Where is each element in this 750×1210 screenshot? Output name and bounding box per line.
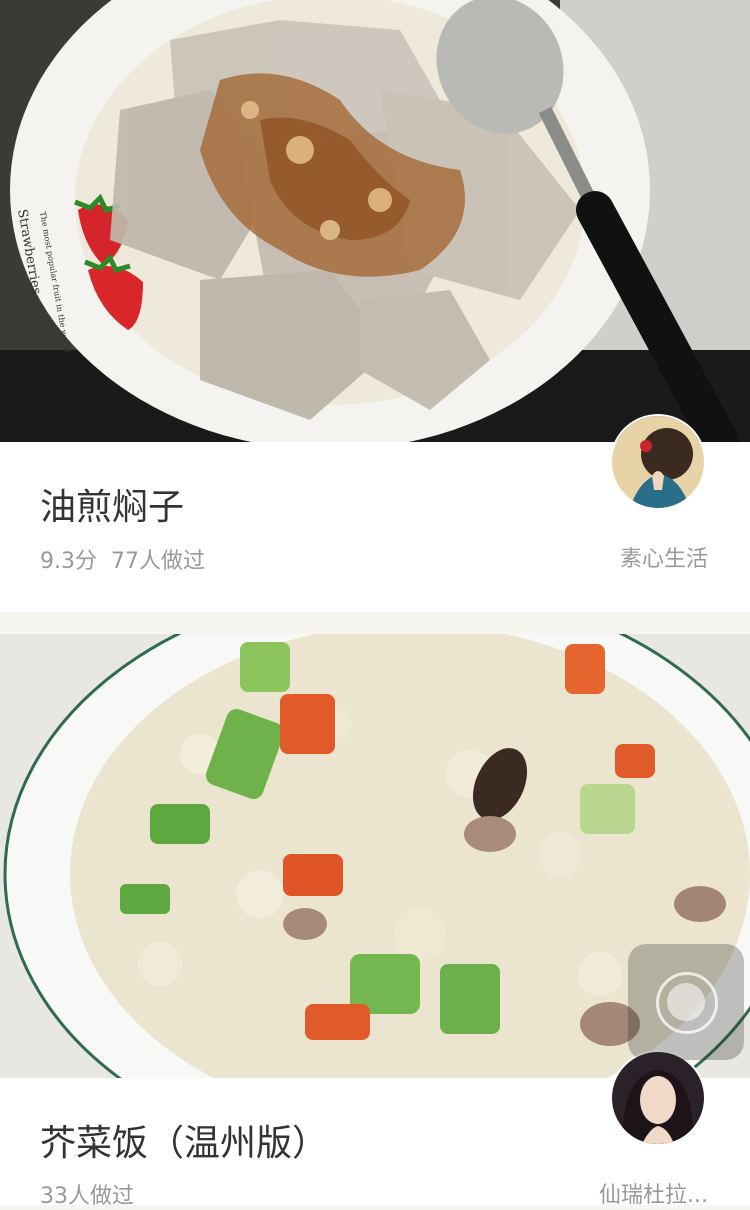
recipe-title[interactable]: 芥菜饭（温州版） (40, 1114, 328, 1166)
author-name[interactable]: 素心生活 (620, 541, 708, 573)
recipe-card-1[interactable]: Strawberries The most popular fruit in t… (0, 0, 750, 612)
floating-record-button[interactable] (628, 944, 744, 1060)
card-divider (0, 612, 750, 634)
recipe-score: 9.3分 (40, 549, 97, 574)
recipe-meta: 9.3分 77人做过 (40, 543, 205, 575)
author-avatar[interactable] (610, 1050, 706, 1146)
recipe-made-count: 77人做过 (111, 549, 205, 574)
recipe-photo[interactable]: Strawberries The most popular fruit in t… (0, 0, 750, 442)
recipe-made-count: 33人做过 (40, 1184, 134, 1209)
author-avatar[interactable] (610, 414, 706, 510)
recipe-title[interactable]: 油煎焖子 (40, 478, 184, 530)
record-dot-icon (667, 983, 705, 1021)
author-name[interactable]: 仙瑞杜拉... (599, 1177, 708, 1209)
